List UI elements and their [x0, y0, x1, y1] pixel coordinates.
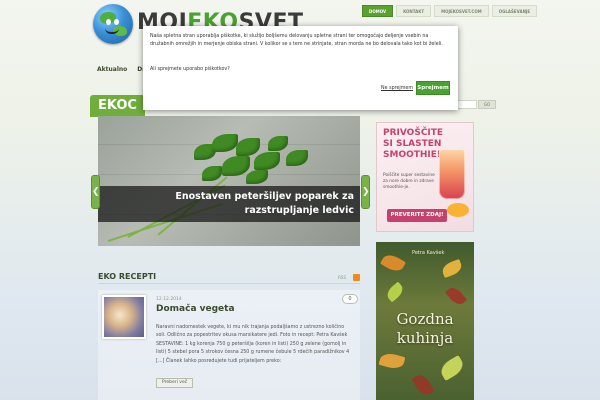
- section-tab: EKOC: [90, 95, 145, 117]
- book-title-line1: Gozdna: [396, 310, 454, 328]
- top-nav-site[interactable]: Mojekosvet.com: [434, 5, 489, 17]
- parsley-leaf: [222, 156, 250, 176]
- autumn-leaf: [379, 251, 407, 275]
- recipes-title: EKO RECEPTI: [98, 272, 157, 281]
- rss-link[interactable]: RSS: [338, 275, 346, 280]
- autumn-leaf: [440, 258, 464, 279]
- parsley-leaf: [236, 138, 260, 156]
- book-title: Gozdna kuhinja: [376, 310, 474, 348]
- slider-next-arrow-icon[interactable]: ❯: [361, 175, 370, 209]
- globe-eye: [114, 19, 119, 25]
- smoothie-ad-button[interactable]: PREVERITE ZDAJ!: [387, 209, 447, 222]
- book-author: Petra Kavšek: [412, 250, 445, 256]
- recipe-card: 12.12.2014 Domača vegeta 0 Naravni nadom…: [98, 290, 360, 400]
- search-button[interactable]: GO: [478, 100, 496, 109]
- read-more-button[interactable]: Preberi več: [156, 378, 194, 388]
- parsley-leaf: [246, 170, 268, 184]
- top-nav-contact[interactable]: Kontakt: [396, 5, 432, 17]
- slider-caption[interactable]: Enostaven peteršiljev poparek za razstru…: [98, 186, 360, 222]
- cookie-consent-text: Naša spletna stran uporablja piškotke, k…: [150, 34, 443, 48]
- top-nav-home[interactable]: Domov: [362, 5, 394, 17]
- autumn-leaf: [378, 351, 406, 371]
- fruit-icon: [447, 203, 469, 217]
- recipe-title[interactable]: Domača vegeta: [156, 304, 235, 314]
- smoothie-glass-icon: [439, 149, 465, 199]
- smoothie-ad-banner[interactable]: PRIVOŠČITE SI SLASTEN SMOOTHIE! Poiščite…: [376, 122, 474, 232]
- cookie-decline-link[interactable]: Ne sprejmem: [381, 86, 413, 91]
- book-title-line2: kuhinja: [396, 329, 454, 347]
- smoothie-ad-title: PRIVOŠČITE SI SLASTEN SMOOTHIE!: [383, 128, 444, 160]
- parsley-leaf: [254, 152, 280, 170]
- globe-eye: [106, 19, 111, 25]
- rss-icon[interactable]: [353, 274, 360, 281]
- book-ad-banner[interactable]: Petra Kavšek Gozdna kuhinja: [376, 242, 474, 400]
- featured-slider[interactable]: Enostaven peteršiljev poparek za razstru…: [98, 116, 360, 246]
- top-nav: Domov Kontakt Mojekosvet.com Oglaševanje: [362, 5, 538, 17]
- recipe-thumbnail[interactable]: [102, 295, 146, 339]
- autumn-leaf: [411, 371, 435, 399]
- cookie-consent-dialog: Naša spletna stran uporablja piškotke, k…: [143, 26, 458, 110]
- logo-globe-icon[interactable]: [93, 4, 133, 44]
- autumn-leaf: [384, 281, 406, 303]
- parsley-leaf: [212, 134, 238, 152]
- recipe-date: 12.12.2014: [156, 297, 182, 302]
- main-nav: Aktualno Dr: [97, 66, 145, 73]
- parsley-leaf: [202, 166, 222, 181]
- autumn-leaf: [444, 284, 468, 308]
- parsley-leaf: [268, 136, 288, 151]
- recipe-excerpt: Naravni nadomestek vegete, ki mu nik tra…: [156, 325, 350, 364]
- parsley-leaf: [286, 150, 308, 166]
- main-nav-aktualno[interactable]: Aktualno: [97, 66, 127, 73]
- autumn-leaf: [437, 355, 467, 381]
- recipes-header: EKO RECEPTI RSS: [98, 270, 360, 284]
- cookie-accept-button[interactable]: Sprejmem: [416, 81, 450, 95]
- top-nav-advertising[interactable]: Oglaševanje: [491, 5, 538, 17]
- comment-count-badge[interactable]: 0: [342, 294, 358, 304]
- smoothie-ad-text: Poiščite super sestavine za nore dobre i…: [383, 173, 435, 190]
- slider-prev-arrow-icon[interactable]: ❮: [91, 175, 100, 209]
- cookie-consent-question: Ali sprejmete uporabo piškotkov?: [150, 67, 230, 72]
